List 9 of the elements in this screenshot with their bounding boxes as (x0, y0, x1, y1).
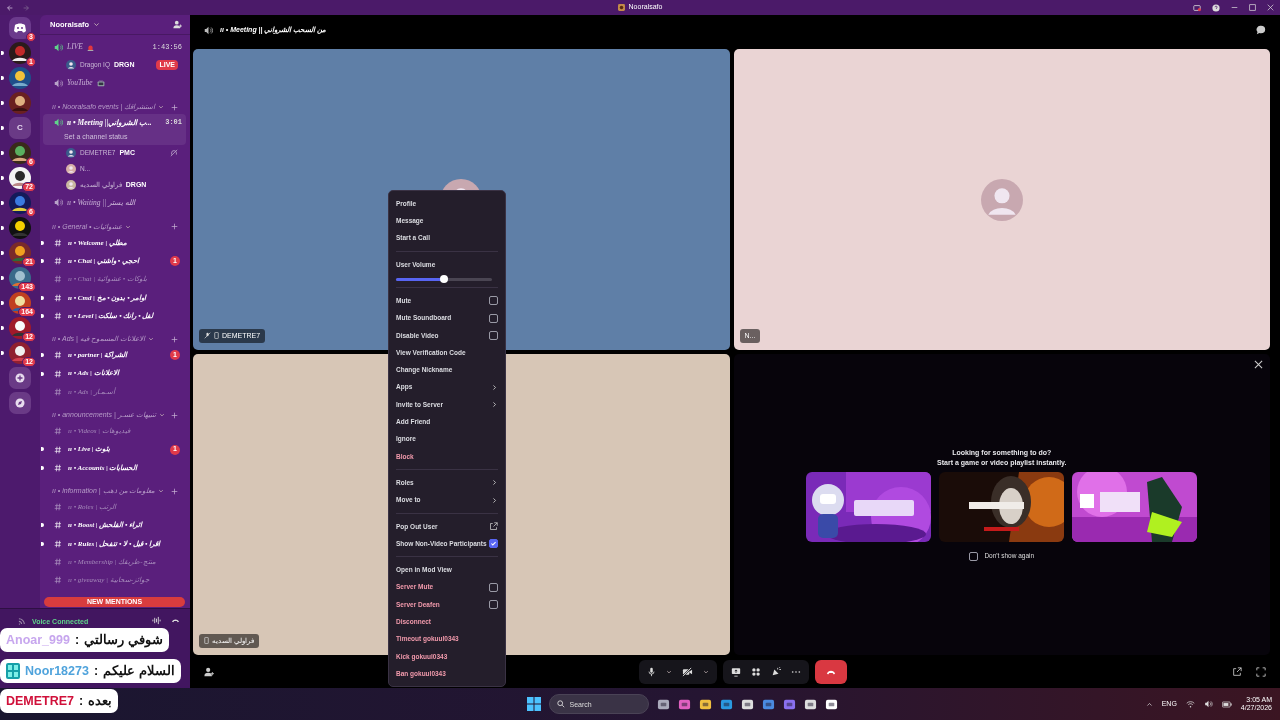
separator: : (79, 692, 84, 710)
username: Noor18273 (25, 662, 89, 680)
username: DEMETRE7 (6, 692, 75, 710)
message-text: السلام عليكم (103, 662, 175, 681)
separator: : (93, 662, 99, 680)
separator: : (74, 631, 80, 649)
message-text: شوفي رسالتي (84, 631, 163, 650)
message-text: بعده (88, 692, 113, 710)
username: Anoar_999 (6, 631, 70, 649)
